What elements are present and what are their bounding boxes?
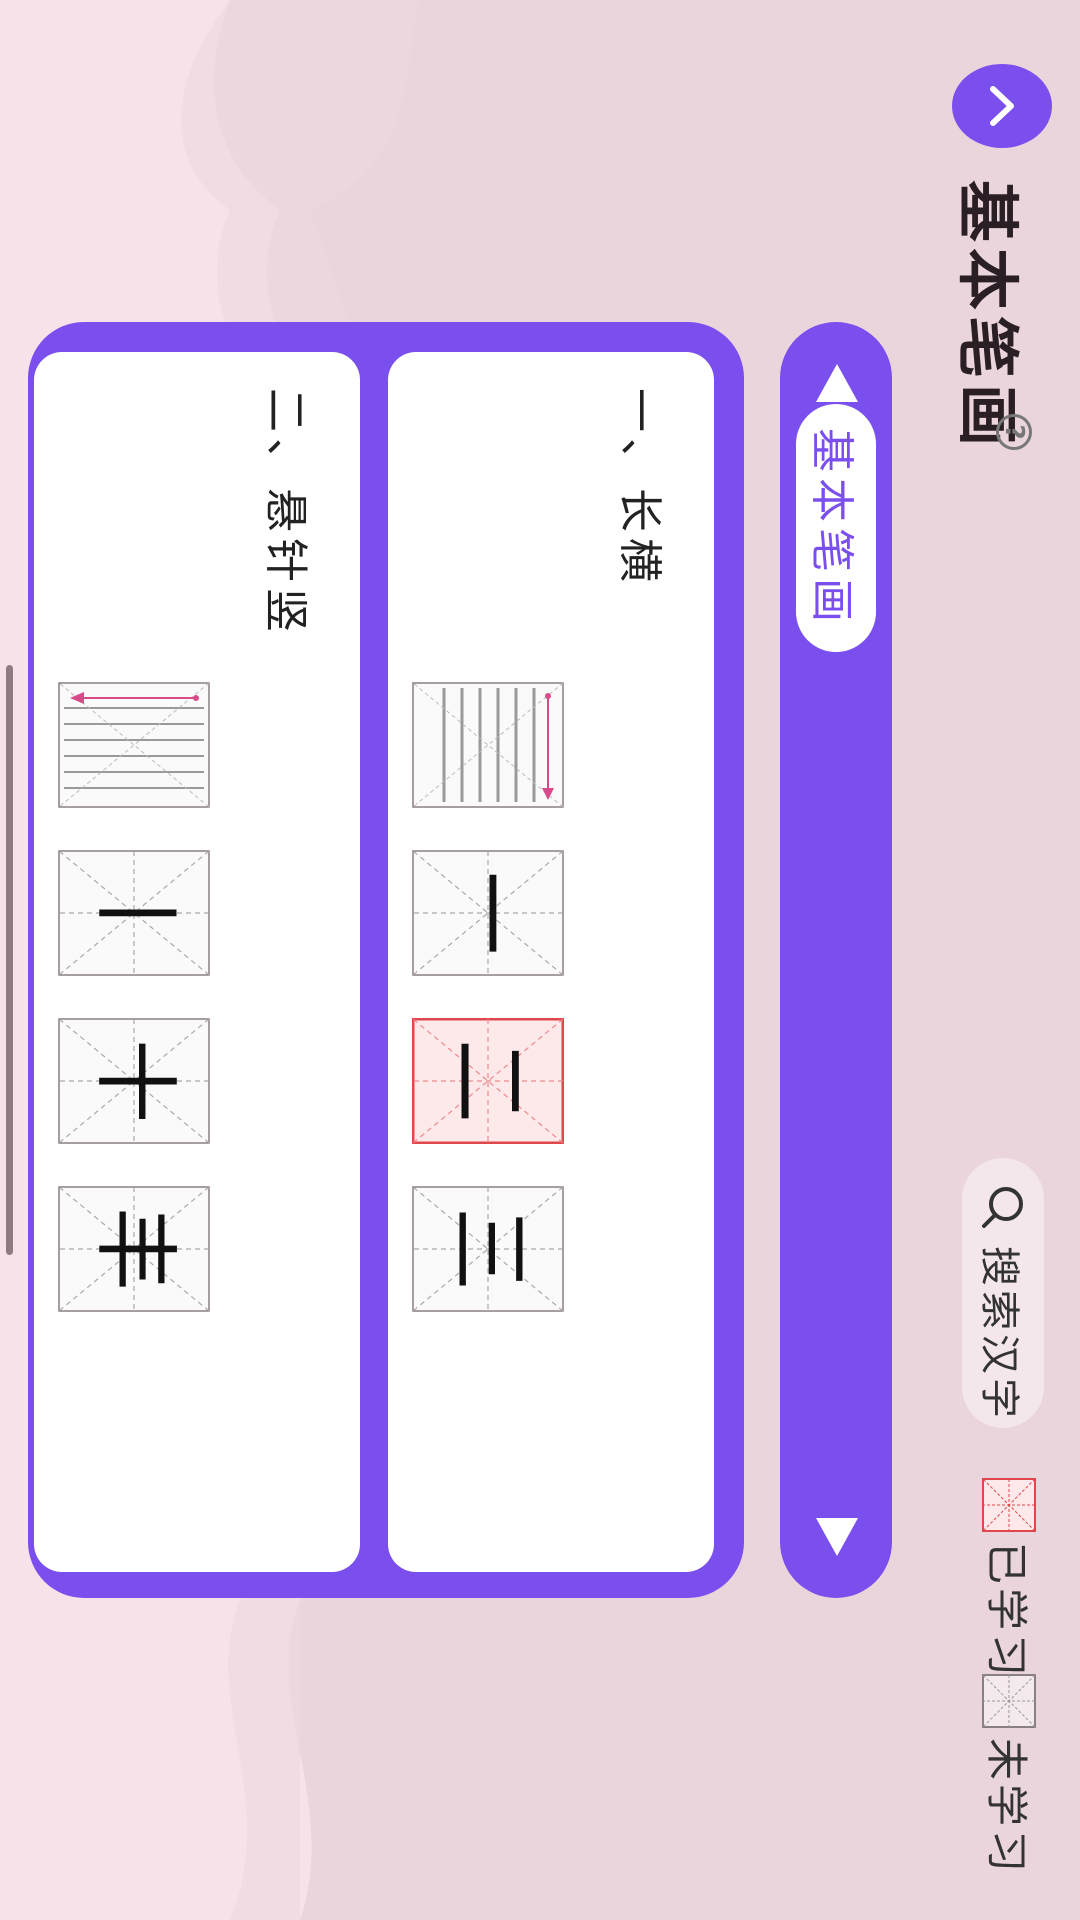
chevron-up-icon: [990, 86, 1014, 126]
character-cell: 丰: [58, 1186, 210, 1312]
rotated-app: 基本笔画 ? 搜索汉字 已学习 未学习 基本笔画 一、长横 一 二 三 二、悬针…: [0, 0, 1080, 1920]
character-cell: 丨: [58, 850, 210, 976]
section-title: 一、长横: [614, 388, 665, 588]
search-placeholder: 搜索汉字: [976, 1246, 1022, 1422]
tab-basic-strokes[interactable]: 基本笔画: [796, 404, 876, 652]
stroke-demo-card[interactable]: [58, 682, 210, 808]
character-cell: 三: [412, 1186, 564, 1312]
scroll-down-arrow-icon[interactable]: [812, 1510, 862, 1560]
character-glyph: 三: [440, 1207, 538, 1291]
learned-swatch-icon: [982, 1478, 1037, 1532]
category-nav: 基本笔画: [780, 322, 892, 1598]
page-title: 基本笔画: [951, 180, 1024, 453]
content-frame: 一、长横 一 二 三 二、悬针竖 丨 十 丰: [28, 322, 744, 1598]
legend-learned: 已学习: [979, 1478, 1040, 1680]
help-icon[interactable]: ?: [996, 414, 1032, 450]
unlearned-swatch-icon: [982, 1674, 1037, 1728]
legend-unlearned: 未学习: [979, 1674, 1040, 1876]
search-icon: [982, 1187, 1023, 1228]
character-cell: 十: [58, 1018, 210, 1144]
character-glyph: 二: [440, 1039, 538, 1123]
character-glyph: 丨: [86, 871, 184, 955]
character-card[interactable]: 十: [58, 1018, 210, 1144]
character-cell: 二: [412, 1018, 564, 1144]
legend-learned-label: 已学习: [982, 1542, 1031, 1681]
character-card[interactable]: 三: [412, 1186, 564, 1312]
character-glyph: 十: [86, 1039, 184, 1123]
section-panel: 一、长横 一 二 三: [388, 352, 714, 1572]
character-glyph: 丰: [86, 1207, 184, 1291]
section-panel: 二、悬针竖 丨 十 丰: [34, 352, 360, 1572]
character-card[interactable]: 丨: [58, 850, 210, 976]
scroll-up-arrow-icon[interactable]: [812, 360, 862, 410]
stroke-demo-icon: [412, 682, 564, 808]
stroke-demo-card[interactable]: [412, 682, 564, 808]
stroke-demo-icon: [58, 682, 210, 808]
character-card[interactable]: 二: [412, 1018, 564, 1144]
legend-unlearned-label: 未学习: [982, 1738, 1031, 1877]
character-card[interactable]: 丰: [58, 1186, 210, 1312]
section-title: 二、悬针竖: [260, 388, 311, 638]
search-input[interactable]: 搜索汉字: [962, 1158, 1044, 1428]
character-cell: 一: [412, 850, 564, 976]
character-card[interactable]: 一: [412, 850, 564, 976]
character-glyph: 一: [440, 871, 538, 955]
back-button[interactable]: [952, 64, 1052, 148]
